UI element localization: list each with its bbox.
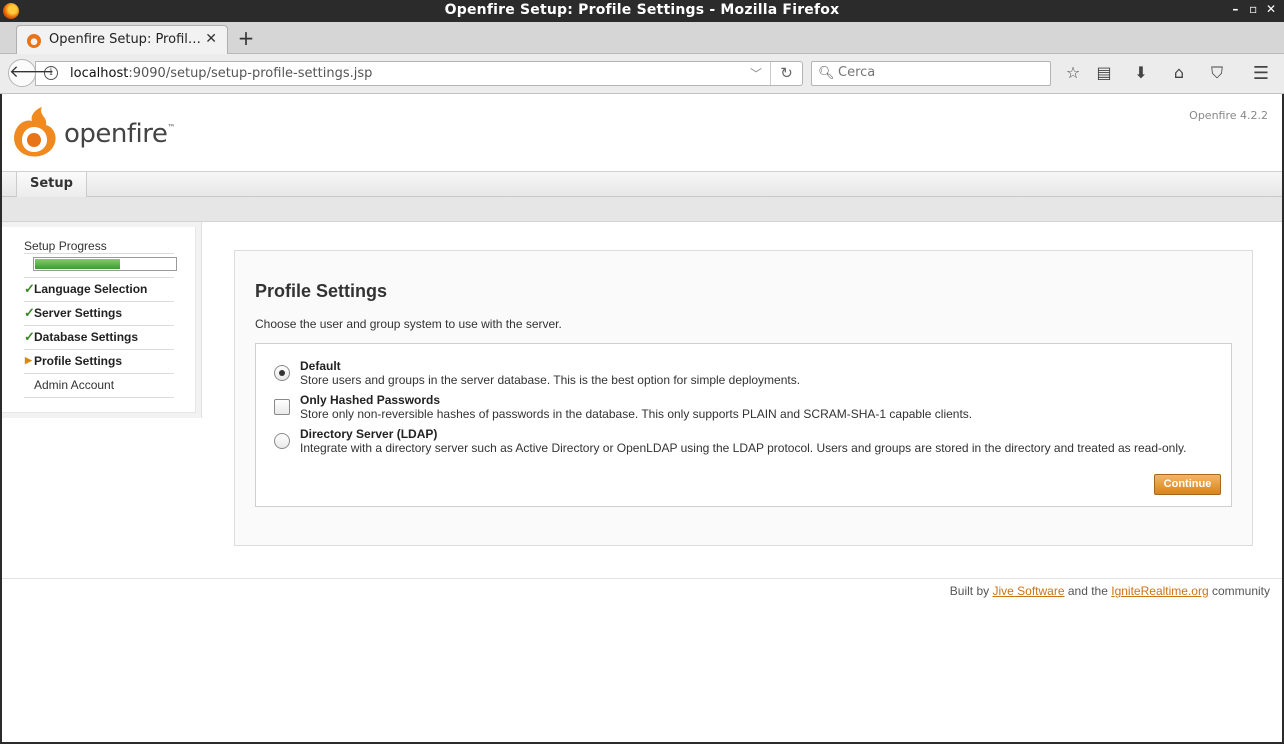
jive-software-link[interactable]: Jive Software [992,584,1064,598]
close-window-button[interactable]: ✕ [1264,2,1278,16]
option-default[interactable]: Default Store users and groups in the se… [274,359,1224,391]
back-arrow-icon: 🡐 [9,62,55,82]
profile-options-box: Default Store users and groups in the se… [255,343,1232,507]
url-path: :9090/setup/setup-profile-settings.jsp [128,66,373,81]
url-text[interactable]: localhost:9090/setup/setup-profile-setti… [70,66,372,81]
option-name: Directory Server (LDAP) [300,427,438,441]
logo-tm: ™ [167,123,175,132]
bookmark-star-icon[interactable]: ☆ [1062,63,1084,82]
home-icon[interactable]: ⌂ [1168,63,1190,82]
maximize-button[interactable]: ▫ [1246,2,1260,16]
hashed-passwords-checkbox[interactable] [274,399,290,415]
sidebar-panel: Setup Progress ✓ Language Selection ✓ Se… [2,227,196,413]
sidebar-item-server-settings[interactable]: ✓ Server Settings [24,301,176,325]
option-description: Store users and groups in the server dat… [300,373,801,387]
sidebar-item-label: Server Settings [34,306,123,320]
option-only-hashed-passwords[interactable]: Only Hashed Passwords Store only non-rev… [274,393,1224,425]
footer-divider [2,578,1282,579]
browser-tab[interactable]: Openfire Setup: Profil… ✕ [16,25,228,54]
main-nav: Setup [2,171,1282,197]
sidebar-item-profile-settings: ▶ Profile Settings [24,349,176,373]
footer-built-by: Built by [949,584,990,598]
intro-text: Choose the user and group system to use … [255,317,562,331]
pocket-icon[interactable]: ⛉ [1206,63,1228,83]
footer-community: community [1211,584,1270,598]
progress-fill [35,259,121,269]
sidebar-item-label: Profile Settings [34,354,123,368]
continue-button[interactable]: Continue [1154,474,1221,495]
sidebar-item-label: Language Selection [34,282,148,296]
footer-and-the: and the [1067,584,1108,598]
footer: Built by Jive Software and the IgniteRea… [950,584,1270,598]
url-host: localhost [70,66,129,81]
window-title: Openfire Setup: Profile Settings - Mozil… [444,2,840,18]
sidebar-item-label: Admin Account [34,378,115,392]
setup-progress-bar [33,257,177,271]
window-titlebar: Openfire Setup: Profile Settings - Mozil… [0,0,1284,22]
version-label: Openfire 4.2.2 [1189,109,1268,122]
search-input[interactable] [838,65,1038,80]
tab-setup[interactable]: Setup [16,172,87,197]
profile-settings-panel: Profile Settings Choose the user and gro… [234,250,1253,546]
option-description: Store only non-reversible hashes of pass… [300,407,973,421]
hamburger-menu-icon[interactable]: ☰ [1250,63,1272,84]
ldap-radio[interactable] [274,433,290,449]
option-description: Integrate with a directory server such a… [300,441,1187,455]
chevron-down-icon[interactable]: ﹀ [750,65,762,82]
reload-icon[interactable]: ↻ [770,62,802,85]
option-name: Default [300,359,341,373]
sidebar-item-language-selection[interactable]: ✓ Language Selection [24,277,176,301]
divider [24,253,174,254]
window-controls: – ▫ ✕ [1228,2,1278,16]
logo-text: openfire [64,119,168,149]
new-tab-button[interactable]: + [236,26,256,50]
url-bar[interactable]: i localhost:9090/setup/setup-profile-set… [35,61,803,86]
sidebar-item-admin-account: Admin Account [24,373,176,397]
option-name: Only Hashed Passwords [300,393,441,407]
navigation-toolbar: i localhost:9090/setup/setup-profile-set… [0,54,1284,94]
igniterealtime-link[interactable]: IgniteRealtime.org [1111,584,1208,598]
search-bar[interactable]: 🔍︎ [811,61,1051,86]
sidebar-item-database-settings[interactable]: ✓ Database Settings [24,325,176,349]
divider [24,397,174,398]
logo-wordmark: openfire™ [64,119,175,149]
download-icon[interactable]: ⬇ [1130,63,1152,82]
option-directory-server-ldap[interactable]: Directory Server (LDAP) Integrate with a… [274,427,1224,459]
minimize-button[interactable]: – [1228,2,1242,16]
reading-list-icon[interactable]: ▤ [1093,63,1115,82]
site-header: openfire™ Openfire 4.2.2 [2,95,1282,171]
sub-nav-bar [2,197,1282,222]
default-radio[interactable] [274,365,290,381]
tab-strip: Openfire Setup: Profil… ✕ + [0,22,1284,54]
sidebar-title: Setup Progress [24,239,107,253]
openfire-favicon-icon [27,34,41,48]
openfire-flame-icon [14,107,56,157]
tab-title: Openfire Setup: Profil… [49,32,201,47]
back-button[interactable]: 🡐 [8,59,55,87]
search-icon: 🔍︎ [818,66,835,81]
setup-sidebar: Setup Progress ✓ Language Selection ✓ Se… [2,222,202,418]
page-title: Profile Settings [255,281,388,301]
openfire-logo[interactable]: openfire™ [12,103,175,159]
sidebar-item-label: Database Settings [34,330,139,344]
web-page: openfire™ Openfire 4.2.2 Setup Setup Pro… [2,95,1282,742]
close-tab-icon[interactable]: ✕ [205,31,217,47]
